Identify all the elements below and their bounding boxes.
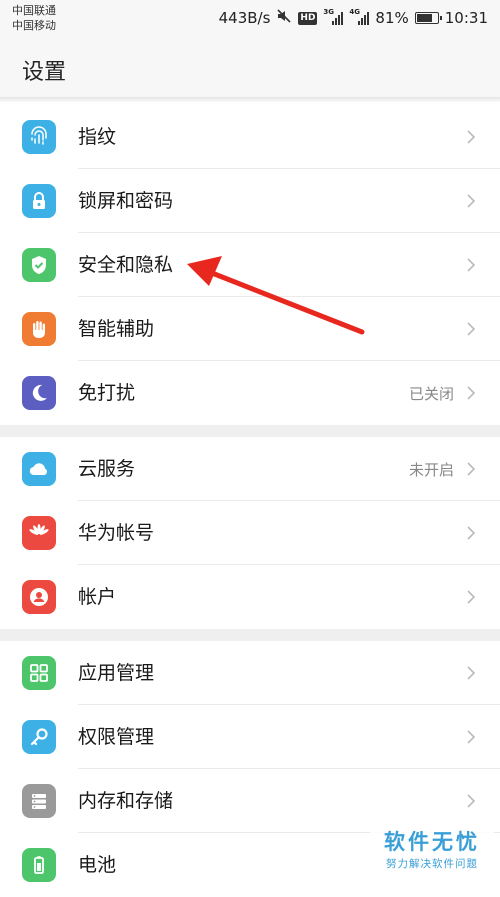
watermark-title: 软件无忧 bbox=[384, 830, 480, 854]
annotation-arrow bbox=[187, 256, 365, 335]
watermark-logo: 软件无忧 努力解决软件问题 bbox=[370, 828, 494, 882]
watermark-subtitle: 努力解决软件问题 bbox=[386, 858, 478, 870]
